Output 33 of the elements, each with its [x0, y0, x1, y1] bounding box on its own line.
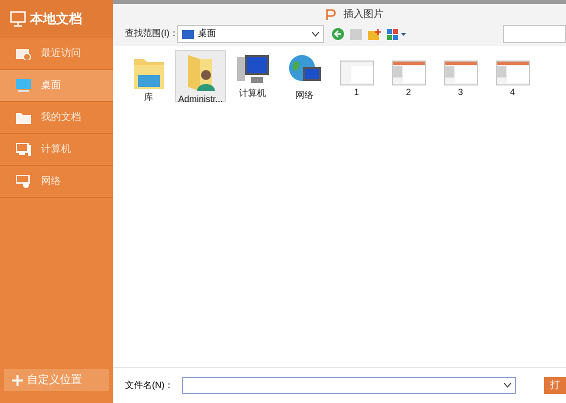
- slide-thumbnail-icon: [444, 60, 478, 86]
- network-icon: [16, 175, 31, 188]
- file-item[interactable]: 1: [331, 50, 382, 102]
- presentation-logo-icon: [326, 8, 336, 20]
- filename-field[interactable]: [182, 377, 516, 394]
- slide-thumbnail-icon: [340, 60, 374, 86]
- folder-clock-icon: [16, 47, 31, 60]
- file-item[interactable]: 3: [435, 50, 486, 102]
- slide-thumbnail-icon: [496, 60, 530, 86]
- sidebar-title: 本地文档: [30, 10, 82, 28]
- look-in-dropdown[interactable]: 桌面: [177, 25, 324, 43]
- search-field[interactable]: [503, 25, 566, 43]
- file-item[interactable]: Administr...: [175, 50, 226, 102]
- new-folder-icon[interactable]: [368, 28, 381, 40]
- desktop-icon: [182, 30, 194, 38]
- file-item[interactable]: 库: [123, 50, 174, 102]
- chevron-down-icon: [312, 32, 319, 36]
- look-in-label: 查找范围(I)：: [125, 27, 175, 40]
- monitor-icon: [10, 11, 26, 27]
- view-menu-icon[interactable]: [387, 28, 407, 40]
- dialog-title: 插入图片: [344, 8, 384, 22]
- file-item[interactable]: 计算机: [227, 50, 278, 102]
- plus-icon: [12, 374, 23, 386]
- file-item[interactable]: 2: [383, 50, 434, 102]
- back-icon[interactable]: [332, 28, 344, 40]
- chevron-down-icon: [504, 383, 511, 388]
- filename-label: 文件名(N)：: [125, 378, 174, 392]
- computer-icon: [16, 143, 31, 156]
- file-item[interactable]: 4: [487, 50, 538, 102]
- monitor-icon: [16, 79, 31, 92]
- slide-thumbnail-icon: [392, 60, 426, 86]
- file-item[interactable]: 网络: [279, 50, 330, 102]
- folder-icon: [16, 112, 31, 124]
